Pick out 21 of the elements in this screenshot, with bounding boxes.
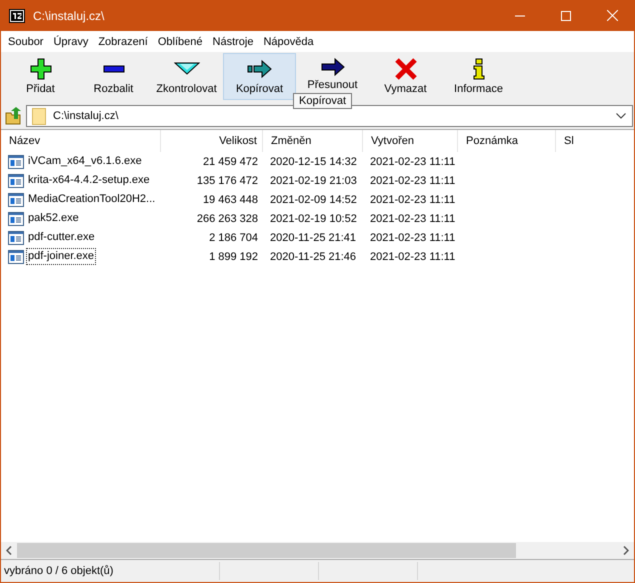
table-cell-text: 2021-02-23 11:11 [369,230,456,246]
table-cell-text: 2020-12-15 14:32 [269,154,358,170]
status-text: vybráno 0 / 6 objekt(ů) [3,565,114,577]
table-cell-text: 2021-02-09 14:52 [269,192,358,208]
table-cell-text: 2021-02-23 11:11 [369,174,456,188]
window-title: C:\instaluj.cz\ [33,8,104,22]
table-cell-text: 19 463 448 [202,192,259,208]
table-cell-text: 21 459 472 [202,154,259,170]
table-cell-text: 2020-11-25 21:41 [269,230,358,246]
table-cell-text: 2021-02-19 21:03 [269,174,358,188]
table-cell-text: 2020-11-25 21:46 [269,250,358,264]
table-cell-text: 2021-02-23 11:11 [369,250,456,264]
table-cell-text: 266 263 328 [196,212,259,226]
table-cell-text: 2021-02-19 10:52 [269,212,358,226]
table-cell-text: 2021-02-23 11:11 [369,154,456,170]
table-cell-text: 1 899 192 [208,250,259,264]
table-cell-text: 135 176 472 [196,174,259,188]
table-cell-text: 2021-02-23 11:11 [369,192,456,208]
table-cell-text: 2 186 704 [208,230,259,246]
tooltip: Kopírovat [293,93,352,109]
table-cell-text: 2021-02-23 11:11 [369,212,456,226]
